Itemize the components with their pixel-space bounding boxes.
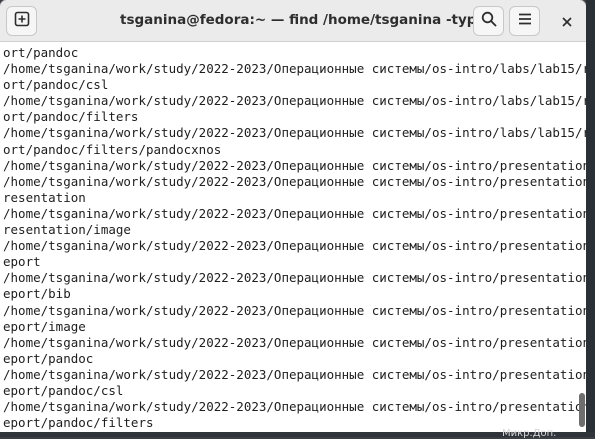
terminal-line: eport/bib (3, 286, 71, 302)
terminal-line: resentation (3, 189, 86, 205)
title-bar: tsganina@fedora:~ — find /home/tsganina … (0, 0, 586, 42)
search-button[interactable] (473, 6, 504, 36)
new-tab-button[interactable] (6, 6, 37, 36)
terminal-line: /home/tsganina/work/study/2022-2023/Опер… (3, 238, 586, 254)
terminal-line: /home/tsganina/work/study/2022-2023/Опер… (3, 61, 586, 77)
terminal-line: /home/tsganina/work/study/2022-2023/Опер… (3, 205, 586, 221)
terminal-line: /home/tsganina/work/study/2022-2023/Опер… (3, 93, 586, 109)
terminal-line: ort/pandoc/filters (3, 109, 139, 125)
main-menu-button[interactable] (509, 6, 540, 36)
terminal-line: eport/image (3, 318, 86, 334)
terminal-line: /home/tsganina/work/study/2022-2023/Опер… (3, 366, 586, 382)
terminal-line: ort/pandoc/filters/pandocxnos (3, 141, 222, 157)
search-icon (481, 11, 497, 31)
desktop-partial-label: Микр.Доп. (502, 428, 557, 439)
terminal-output[interactable]: ort/pandoc/home/tsganina/work/study/2022… (0, 43, 586, 432)
terminal-line: /home/tsganina/work/study/2022-2023/Опер… (3, 173, 586, 189)
terminal-line: ort/pandoc (3, 45, 79, 60)
close-icon (561, 13, 573, 32)
terminal-line: resentation/image (3, 222, 131, 238)
terminal-line: /home/tsganina/work/study/2022-2023/Опер… (3, 399, 586, 415)
terminal-line: /home/tsganina/work/study/2022-2023/Опер… (3, 270, 586, 286)
scrollbar-thumb[interactable] (579, 393, 585, 427)
new-tab-icon (14, 11, 30, 31)
terminal-line: eport/pandoc (3, 350, 94, 366)
hamburger-menu-icon (517, 11, 533, 31)
window-title: tsganina@fedora:~ — find /home/tsganina … (120, 12, 500, 28)
terminal-line: /home/tsganina/work/study/2022-2023/Опер… (3, 157, 586, 173)
close-button[interactable] (555, 10, 579, 34)
terminal-lines: ort/pandoc/home/tsganina/work/study/2022… (3, 45, 586, 431)
terminal-line: /home/tsganina/work/study/2022-2023/Опер… (3, 334, 586, 350)
terminal-line: ort/pandoc/csl (3, 77, 109, 93)
terminal-line: eport/pandoc/filters (3, 415, 154, 431)
terminal-line: eport (3, 254, 41, 270)
vertical-scrollbar[interactable] (577, 43, 586, 432)
terminal-line: /home/tsganina/work/study/2022-2023/Опер… (3, 302, 586, 318)
terminal-line: /home/tsganina/work/study/2022-2023/Опер… (3, 125, 586, 141)
desktop-background (586, 0, 595, 437)
terminal-window: tsganina@fedora:~ — find /home/tsganina … (0, 0, 586, 432)
terminal-line: eport/pandoc/csl (3, 382, 124, 398)
